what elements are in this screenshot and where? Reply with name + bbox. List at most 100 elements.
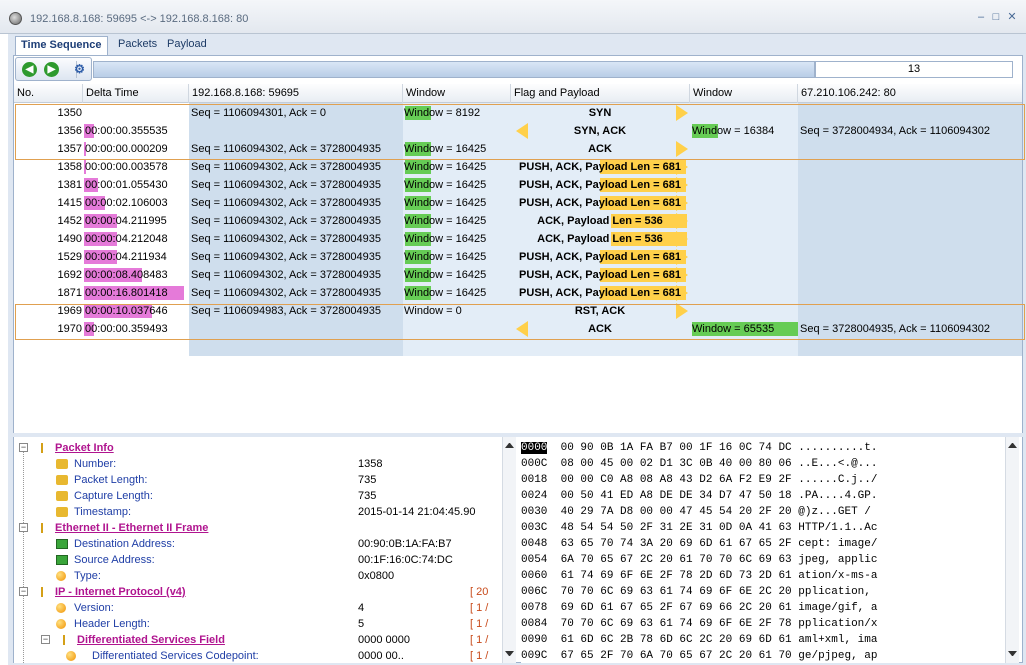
tree-row[interactable]: Packet Length: 735 <box>14 472 504 488</box>
tree-row[interactable]: Capture Length: 735 <box>14 488 504 504</box>
scroll-up-icon[interactable] <box>1008 443 1017 448</box>
hex-offset: 0054 <box>521 554 548 566</box>
table-row[interactable]: 1692 00:00:08.408483 Seq = 1106094302, Ack… <box>14 266 1022 284</box>
hex-row[interactable]: 0030 40 29 7A D8 00 00 47 45 54 20 2F 20… <box>521 504 877 520</box>
handshake-group-box <box>15 104 1025 160</box>
back-icon[interactable]: ◀ <box>22 62 37 77</box>
packet-number: 1871 <box>57 287 82 299</box>
tree-row[interactable]: − IP - Internet Protocol (v4) [ 20 <box>14 584 504 600</box>
window-title: 192.168.8.168: 59695 <-> 192.168.8.168: … <box>30 13 249 25</box>
hex-scrollbar[interactable] <box>1005 437 1019 663</box>
tab-strip: Time Sequence Packets Payload <box>9 35 1023 55</box>
tree-label: Capture Length: <box>74 490 153 502</box>
hex-row[interactable]: 0084 70 70 6C 69 63 61 74 69 6F 6E 2F 78… <box>521 616 877 632</box>
hex-row[interactable]: 0018 00 00 C0 A8 08 A8 43 D2 6A F2 E9 2F… <box>521 472 877 488</box>
node-icon <box>36 443 48 453</box>
tree-bracket: [ 1 / <box>470 618 489 630</box>
hex-row[interactable]: 000C 08 00 45 00 02 D1 3C 0B 40 00 80 06… <box>521 456 877 472</box>
tab-payload[interactable]: Payload <box>162 36 212 55</box>
hex-bytes: 69 6D 61 67 65 2F 67 69 66 2C 20 61 <box>560 602 792 614</box>
tree-row[interactable]: − Packet Info <box>14 440 504 456</box>
flag-text: PUSH, ACK, Payload Len = 681 <box>519 179 681 191</box>
table-row[interactable]: 1529 00:00:04.211934 Seq = 1106094302, Ack… <box>14 248 1022 266</box>
tree-value: 0000 0000 <box>358 634 410 646</box>
minimize-button[interactable]: – <box>973 9 989 25</box>
tree-label: Version: <box>74 602 114 614</box>
table-row[interactable]: 1452 00:00:04.211995 Seq = 1106094302, Ack… <box>14 212 1022 230</box>
hex-ascii: cept: image/ <box>798 538 878 550</box>
scroll-down-icon[interactable] <box>505 651 514 656</box>
hex-offset: 0030 <box>521 506 548 518</box>
tab-time-sequence[interactable]: Time Sequence <box>15 36 108 55</box>
tree-label: Differentiated Services Codepoint: <box>92 650 259 662</box>
tree-row[interactable]: Differentiated Services Codepoint: 0000 0… <box>14 648 504 663</box>
orb-icon <box>56 619 66 629</box>
tree-row[interactable]: Version: 4 [ 1 / <box>14 600 504 616</box>
tree-value: 0x0800 <box>358 570 395 582</box>
hex-offset: 000C <box>521 458 548 470</box>
table-row[interactable]: 1415 00:00:02.106003 Seq = 1106094302, Ack… <box>14 194 1022 212</box>
col-header-host-b[interactable]: 67.210.106.242: 80 <box>798 84 1022 103</box>
table-row[interactable]: 1871 00:00:16.801418 Seq = 1106094302, Ack… <box>14 284 1022 302</box>
collapse-icon[interactable]: − <box>19 443 28 452</box>
collapse-icon[interactable]: − <box>19 523 28 532</box>
col-header-flag[interactable]: Flag and Payload <box>511 84 690 103</box>
col-header-host-a[interactable]: 192.168.8.168: 59695 <box>189 84 403 103</box>
hex-bytes: 40 29 7A D8 00 00 47 45 54 20 2F 20 <box>560 506 792 518</box>
hex-row[interactable]: 009C 67 65 2F 70 6A 70 65 67 2C 20 61 70… <box>521 648 877 663</box>
hex-row[interactable]: 0048 63 65 70 74 3A 20 69 6D 61 67 65 2F… <box>521 536 877 552</box>
hex-offset: 0000 <box>521 442 548 454</box>
seq-ack-host-a: Seq = 1106094302, Ack = 3728004935 <box>191 251 382 263</box>
tree-label: Header Length: <box>74 618 150 630</box>
hex-row[interactable]: 0000 00 90 0B 1A FA B7 00 1F 16 0C 74 DC… <box>521 440 877 456</box>
tree-row[interactable]: Number: 1358 <box>14 456 504 472</box>
collapse-icon[interactable]: − <box>19 587 28 596</box>
flag-payload: PUSH, ACK, Payload Len = 681 <box>512 266 688 284</box>
toolbar: ◀ ▶ ⚙ <box>15 57 92 81</box>
hex-row[interactable]: 0024 00 50 41 ED A8 DE DE 34 D7 47 50 18… <box>521 488 877 504</box>
hex-ascii: ......C.j../ <box>798 474 878 486</box>
tree-value: 0000 00.. <box>358 650 404 662</box>
hex-row[interactable]: 0060 61 74 69 6F 6E 2F 78 2D 6D 73 2D 61… <box>521 568 877 584</box>
tree-row[interactable]: Type: 0x0800 <box>14 568 504 584</box>
tree-row[interactable]: − Ethernet II - Ethernet II Frame <box>14 520 504 536</box>
col-header-window-b[interactable]: Window <box>690 84 798 103</box>
col-header-window-a[interactable]: Window <box>403 84 511 103</box>
hex-row[interactable]: 006C 70 70 6C 69 63 61 74 69 6F 6E 2C 20… <box>521 584 877 600</box>
tree-row[interactable]: Destination Address: 00:90:0B:1A:FA:B7 <box>14 536 504 552</box>
tree-row[interactable]: Source Address: 00:1F:16:0C:74:DC <box>14 552 504 568</box>
collapse-icon[interactable]: − <box>41 635 50 644</box>
scroll-down-icon[interactable] <box>1008 651 1017 656</box>
packet-count: 13 <box>815 61 1013 78</box>
hex-row[interactable]: 0078 69 6D 61 67 65 2F 67 69 66 2C 20 61… <box>521 600 877 616</box>
seq-ack-host-a: Seq = 1106094302, Ack = 3728004935 <box>191 269 382 281</box>
sequence-progress-bar[interactable] <box>93 61 815 78</box>
tree-row[interactable]: − Differentiated Services Field 0000 0000 [… <box>14 632 504 648</box>
forward-icon[interactable]: ▶ <box>44 62 59 77</box>
hex-offset: 0024 <box>521 490 548 502</box>
col-header-no[interactable]: No. <box>14 84 83 103</box>
hex-bytes: 63 65 70 74 3A 20 69 6D 61 67 65 2F <box>560 538 792 550</box>
settings-icon[interactable]: ⚙ <box>72 62 87 77</box>
close-button[interactable]: ✕ <box>1004 9 1020 25</box>
hex-row[interactable]: 003C 48 54 54 50 2F 31 2E 31 0D 0A 41 63… <box>521 520 877 536</box>
scroll-up-icon[interactable] <box>505 443 514 448</box>
col-header-delta[interactable]: Delta Time <box>83 84 189 103</box>
hex-row[interactable]: 0090 61 6D 6C 2B 78 6D 6C 2C 20 69 6D 61… <box>521 632 877 648</box>
node-icon <box>58 635 70 645</box>
tab-packets[interactable]: Packets <box>113 36 162 55</box>
window-host-a: Window = 16425 <box>404 215 487 227</box>
table-row[interactable]: 1490 00:00:04.212048 Seq = 1106094302, Ack… <box>14 230 1022 248</box>
hex-row[interactable]: 0054 6A 70 65 67 2C 20 61 70 70 6C 69 63… <box>521 552 877 568</box>
flag-payload: PUSH, ACK, Payload Len = 681 <box>512 158 688 176</box>
table-row[interactable]: 1358 00:00:00.003578 Seq = 1106094302, Ack… <box>14 158 1022 176</box>
node-icon <box>36 587 48 597</box>
tree-row[interactable]: Header Length: 5 [ 1 / <box>14 616 504 632</box>
restore-button[interactable]: □ <box>988 9 1004 25</box>
tree-scrollbar[interactable] <box>502 437 516 663</box>
window-host-b <box>691 230 796 248</box>
tree-bracket: [ 1 / <box>470 634 489 646</box>
table-row[interactable]: 1381 00:00:01.055430 Seq = 1106094302, Ack… <box>14 176 1022 194</box>
tree-row[interactable]: Timestamp: 2015-01-14 21:04:45.90 <box>14 504 504 520</box>
title-bar: 192.168.8.168: 59695 <-> 192.168.8.168: … <box>0 0 1026 34</box>
